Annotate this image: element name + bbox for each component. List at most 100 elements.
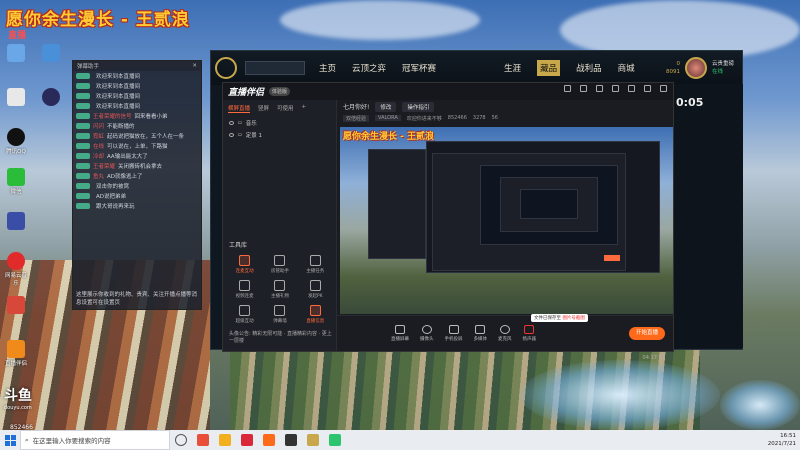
lock-icon[interactable]: ▫ (238, 132, 242, 138)
save-tooltip: 文件已保存至 图片号截图 (531, 314, 588, 322)
tab-home[interactable]: 主页 (319, 62, 336, 74)
start-button[interactable] (0, 430, 20, 450)
tool-item[interactable]: 视频连麦 (227, 280, 262, 299)
phone-icon (448, 325, 459, 334)
menu-icon[interactable] (612, 85, 619, 92)
chat-text: 欢迎来到本直播间 (96, 104, 141, 110)
screen-source-button[interactable]: 直播屏幕 (391, 325, 409, 342)
tab-other[interactable]: 可使用 (277, 104, 294, 113)
player-name: 云贵重磅 (711, 61, 734, 67)
stat-tag: VALORA (375, 115, 401, 121)
tools-grid: 连麦互动 房管助手 主播任务视频连麦 主播礼物 发起PK 超级互动 弹幕墙 直播信息 (227, 255, 333, 324)
game-icon (7, 296, 25, 314)
speaker-icon (524, 325, 535, 334)
scene-item[interactable]: ▫ 定景 1 (223, 129, 336, 141)
tool-item[interactable]: 弹幕墙 (262, 305, 297, 324)
lock-icon[interactable]: ▫ (238, 120, 242, 126)
minimize-icon[interactable] (628, 85, 635, 92)
level-badge (76, 173, 90, 179)
level-badge (76, 153, 90, 159)
tab-profile[interactable]: 生涯 (504, 62, 521, 74)
friend-row[interactable] (676, 151, 741, 161)
tab-portrait[interactable]: 竖屏 (258, 104, 269, 113)
tool-item[interactable]: 发起PK (298, 280, 333, 299)
tab-collection[interactable]: 藏品 (537, 60, 561, 76)
guide-button[interactable]: 操作指引 (402, 101, 435, 112)
camera-source-button[interactable]: 摄像头 (420, 325, 434, 342)
maximize-icon[interactable] (644, 85, 651, 92)
desktop-icon[interactable] (38, 88, 64, 107)
avatar[interactable] (684, 57, 707, 79)
tool-item[interactable]: 直播信息 (298, 305, 333, 324)
desktop-icon[interactable]: 腾讯QQ (3, 128, 29, 155)
desktop-icon[interactable] (38, 44, 64, 63)
tool-item[interactable]: 主播任务 (298, 255, 333, 274)
level-badge (76, 193, 90, 199)
edit-title-button[interactable]: 修改 (375, 101, 397, 112)
media-source-button[interactable]: 多媒体 (474, 325, 487, 342)
start-live-button[interactable]: 开始直播 (629, 327, 665, 340)
chat-message: 双击你的被窝 (73, 181, 201, 191)
desktop-icon[interactable]: 网易云音乐 (3, 252, 29, 287)
fountain-art (520, 360, 720, 430)
stream-preview[interactable]: 愿你余生漫长 - 王贰浪 (340, 127, 673, 314)
system-clock[interactable]: 16:51 2021/7/21 (768, 432, 796, 448)
phone-cast-button[interactable]: 手机投屏 (445, 325, 463, 342)
wechat-icon[interactable] (329, 434, 341, 446)
chat-message: 霓虹 起码说把猫放在，五个人在一条 (73, 131, 201, 141)
app-icon[interactable] (241, 434, 253, 446)
tool-item[interactable]: 超级互动 (227, 305, 262, 324)
wechat-icon (7, 168, 25, 186)
tab-landscape[interactable]: 横屏直播 (228, 104, 251, 113)
friend-row[interactable] (676, 138, 741, 148)
game-icon[interactable] (285, 434, 297, 446)
chat-message: 冷却 AA输出能太大了 (73, 151, 201, 161)
chat-message: 欢迎来到本直播间 (73, 71, 201, 81)
level-badge (76, 163, 90, 169)
speaker-button[interactable]: 扬声器 (523, 325, 536, 342)
message-icon[interactable] (580, 85, 587, 92)
add-icon[interactable]: + (302, 104, 307, 113)
helper-icon[interactable] (263, 434, 275, 446)
taskbar-search-input[interactable]: ⌕ 在这里输入你要搜索的内容 (20, 430, 170, 450)
chat-username: 鱼丸 (93, 174, 105, 180)
friend-row[interactable] (676, 125, 741, 135)
tab-loot[interactable]: 战利品 (576, 62, 602, 74)
lol-logo-icon[interactable] (215, 57, 237, 79)
chat-message: 王者荣耀 关闭搬砖机会拿去 (73, 161, 201, 171)
task-view-icon[interactable] (175, 434, 187, 446)
eye-icon[interactable] (229, 121, 234, 125)
tool-item[interactable]: 主播礼物 (262, 280, 297, 299)
eye-icon[interactable] (229, 133, 234, 137)
tool-item[interactable]: 房管助手 (262, 255, 297, 274)
play-button[interactable] (245, 61, 305, 75)
settings-icon[interactable] (564, 85, 571, 92)
mic-button[interactable]: 麦克风 (498, 325, 512, 342)
tab-clash[interactable]: 冠军杯赛 (402, 62, 436, 74)
desktop-icon[interactable]: 直播伴侣 (3, 340, 29, 367)
desktop-icon[interactable] (3, 88, 29, 107)
desktop-icon[interactable] (3, 44, 29, 63)
friend-row[interactable] (676, 112, 741, 122)
desktop-icon[interactable] (3, 212, 29, 231)
streamer-app-sidebar: 横屏直播 竖屏 可使用 + ▫ 音乐 ▫ 定景 1 工具库 连麦互动 房管助手 主播任务… (223, 100, 337, 351)
desktop-icon[interactable] (3, 296, 29, 315)
close-icon[interactable]: ✕ (192, 63, 197, 69)
level-badge (76, 113, 90, 119)
tab-store[interactable]: 商城 (618, 62, 635, 74)
room-number: 852466 (447, 115, 467, 121)
close-icon[interactable] (660, 85, 667, 92)
preview-inner-window (520, 189, 578, 219)
chat-message: 欢迎来到本直播间 (73, 91, 201, 101)
tool-item[interactable]: 连麦互动 (227, 255, 262, 274)
chat-message: 王者荣耀的信号 回来看看小弟 (73, 111, 201, 121)
game-clock: 0:05 (676, 96, 704, 109)
desktop-icon[interactable]: 微信 (3, 168, 29, 195)
chrome-icon[interactable] (197, 434, 209, 446)
qq-icon (7, 128, 25, 146)
lol-icon[interactable] (307, 434, 319, 446)
tab-tft[interactable]: 云顶之弈 (352, 62, 386, 74)
scene-item[interactable]: ▫ 音乐 (223, 117, 336, 129)
skin-icon[interactable] (596, 85, 603, 92)
folder-icon[interactable] (219, 434, 231, 446)
